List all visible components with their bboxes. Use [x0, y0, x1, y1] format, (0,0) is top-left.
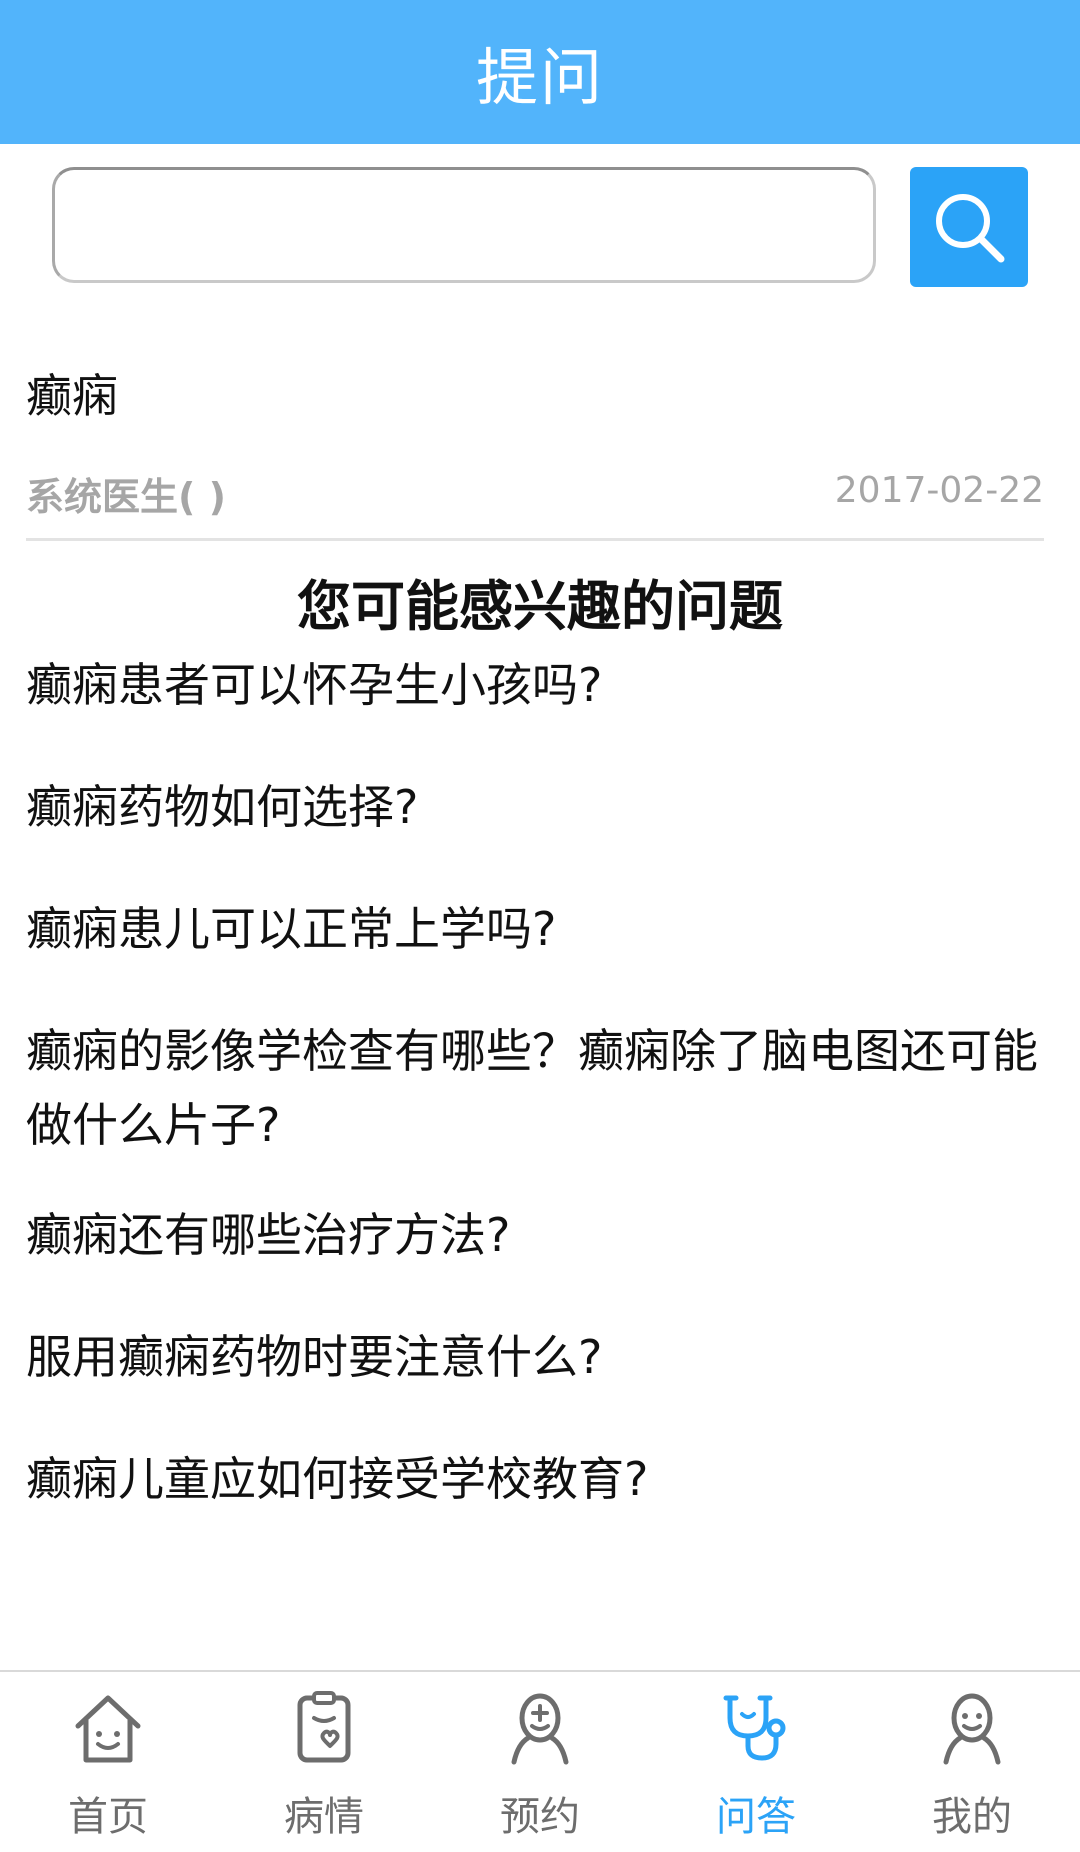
nav-label: 问答 — [716, 1794, 796, 1840]
question-date: 2017-02-22 — [834, 470, 1044, 511]
question-title: 癫痫 — [26, 369, 118, 423]
search-icon — [936, 194, 1005, 263]
related-question-item[interactable]: 癫痫还有哪些治疗方法? — [26, 1198, 1046, 1272]
related-question-item[interactable]: 癫痫药物如何选择? — [26, 770, 1046, 844]
search-input[interactable] — [52, 167, 876, 283]
related-heading: 您可能感兴趣的问题 — [297, 575, 783, 638]
nav-label: 病情 — [284, 1794, 364, 1840]
related-question-item[interactable]: 服用癫痫药物时要注意什么? — [26, 1320, 1046, 1394]
ask-question-page: 提问 癫痫 系统医生( ) 2017-02-22 您可能感兴趣的问题 癫痫患者可… — [0, 0, 1080, 1852]
related-question-item[interactable]: 癫痫患者可以怀孕生小孩吗? — [26, 648, 1046, 722]
related-question-list: 癫痫患者可以怀孕生小孩吗? 癫痫药物如何选择? 癫痫患儿可以正常上学吗? 癫痫的… — [0, 646, 1080, 1631]
home-icon — [75, 1695, 141, 1763]
stethoscope-icon — [723, 1695, 786, 1761]
clipboard-heart-icon — [297, 1691, 351, 1763]
doctor-icon — [511, 1693, 569, 1765]
nav-item-home[interactable]: 首页 — [0, 1672, 216, 1852]
nav-label: 首页 — [68, 1794, 148, 1840]
page-title: 提问 — [475, 41, 604, 114]
divider — [26, 538, 1044, 541]
nav-item-appointment[interactable]: 预约 — [432, 1672, 648, 1852]
search-button[interactable] — [910, 167, 1028, 287]
nav-item-qa[interactable]: 问答 — [648, 1672, 864, 1852]
user-icon — [943, 1693, 1001, 1765]
nav-label: 我的 — [932, 1794, 1012, 1840]
nav-label: 预约 — [500, 1794, 580, 1840]
question-author: 系统医生( ) — [26, 475, 226, 519]
related-question-item[interactable]: 癫痫的影像学检查有哪些？癫痫除了脑电图还可能做什么片子? — [26, 1014, 1046, 1162]
related-question-item[interactable]: 癫痫儿童应如何接受学校教育? — [26, 1442, 1046, 1516]
nav-item-mine[interactable]: 我的 — [864, 1672, 1080, 1852]
app-header: 提问 — [0, 0, 1080, 144]
related-question-item[interactable]: 癫痫患儿可以正常上学吗? — [26, 892, 1046, 966]
nav-item-condition[interactable]: 病情 — [216, 1672, 432, 1852]
bottom-nav: 首页 病情 预约 问答 我的 — [0, 1670, 1080, 1852]
